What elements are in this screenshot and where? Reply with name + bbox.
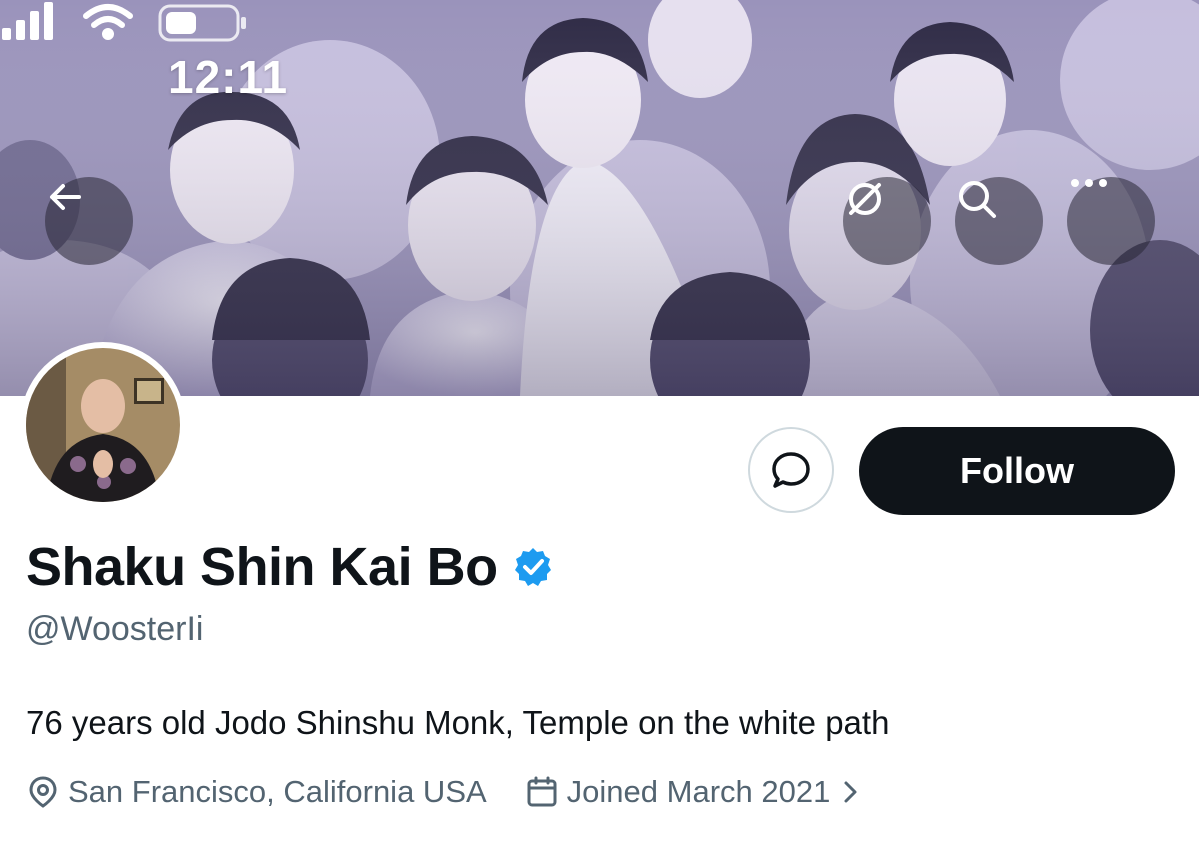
more-dots-icon [1071,179,1107,187]
user-handle: @WoosterIi [26,610,204,648]
profile-page: 12:11 Follow Shaku Shin Kai Bo @WoosterI… [0,0,1199,843]
joined-item[interactable]: Joined March 2021 [525,774,869,810]
search-button[interactable] [955,177,1043,265]
back-button[interactable] [45,177,133,265]
avatar-photo [26,348,180,502]
status-bar-icons [2,2,246,42]
profile-bio: 76 years old Jodo Shinshu Monk, Temple o… [26,704,890,741]
profile-avatar[interactable] [20,342,186,508]
profile-banner[interactable]: 12:11 [0,0,1199,396]
location-text: San Francisco, California USA [68,774,487,809]
location-item: San Francisco, California USA [26,774,487,810]
display-name-row: Shaku Shin Kai Bo [26,536,554,598]
chevron-right-icon [844,781,857,803]
search-icon [959,181,996,218]
more-button[interactable] [1067,177,1155,265]
verified-badge-icon[interactable] [512,546,554,588]
wifi-icon [83,4,133,40]
message-button[interactable] [748,427,834,513]
message-bubble-icon [772,452,810,488]
joined-text: Joined March 2021 [566,774,831,809]
grok-button[interactable] [843,177,931,265]
status-bar-time: 12:11 [168,51,289,103]
location-pin-icon [29,776,57,808]
display-name: Shaku Shin Kai Bo [26,537,498,597]
profile-meta-row: San Francisco, California USA Joined Mar… [26,774,868,810]
follow-button[interactable]: Follow [859,427,1175,515]
arrow-left-icon [50,184,81,210]
signal-icon [2,2,53,40]
grok-icon [849,183,881,215]
calendar-icon [527,776,557,807]
battery-icon [158,4,246,42]
